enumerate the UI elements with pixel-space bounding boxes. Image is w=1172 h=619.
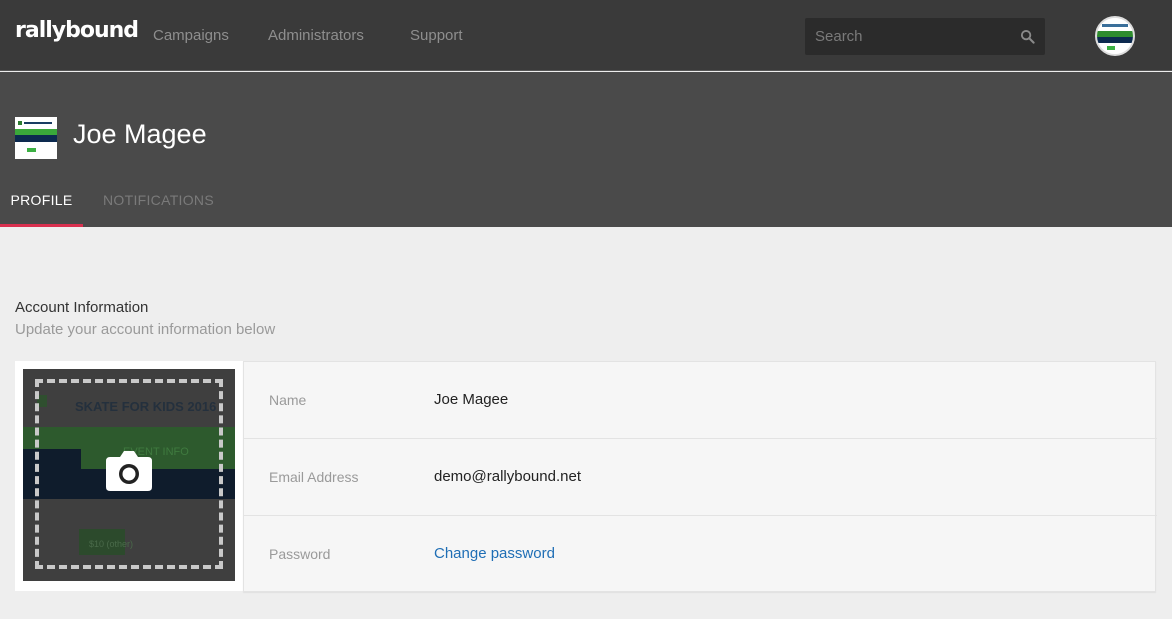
name-value[interactable]: Joe Magee bbox=[434, 391, 508, 408]
page-title: Joe Magee bbox=[73, 119, 207, 149]
name-row: Name Joe Magee bbox=[244, 362, 1157, 439]
account-card: SKATE FOR KIDS 2016 EVENT INFO $10 (othe… bbox=[15, 361, 1157, 593]
nav-link-campaigns[interactable]: Campaigns bbox=[153, 27, 229, 44]
search-icon[interactable] bbox=[1020, 29, 1035, 44]
nav-link-administrators[interactable]: Administrators bbox=[268, 27, 364, 44]
section-title: Account Information bbox=[15, 299, 149, 316]
profile-header: Joe Magee PROFILE NOTIFICATIONS bbox=[0, 72, 1172, 227]
rallybound-logo[interactable]: rallybound bbox=[15, 18, 139, 43]
profile-thumbnail bbox=[15, 117, 57, 159]
change-password-link[interactable]: Change password bbox=[434, 545, 555, 562]
password-label: Password bbox=[269, 546, 331, 562]
name-label: Name bbox=[269, 392, 307, 408]
profile-photo-upload[interactable]: SKATE FOR KIDS 2016 EVENT INFO $10 (othe… bbox=[23, 369, 235, 581]
email-label: Email Address bbox=[269, 469, 359, 485]
account-info-panel: Name Joe Magee Email Address demo@rallyb… bbox=[243, 361, 1157, 593]
avatar-image bbox=[1097, 18, 1133, 54]
section-subtitle: Update your account information below bbox=[15, 321, 276, 338]
camera-icon[interactable] bbox=[106, 451, 152, 491]
tab-profile[interactable]: PROFILE bbox=[0, 192, 83, 227]
nav-link-support[interactable]: Support bbox=[410, 27, 463, 44]
password-row: Password Change password bbox=[244, 516, 1157, 593]
top-navbar: rallybound Campaigns Administrators Supp… bbox=[0, 0, 1172, 71]
search-input[interactable] bbox=[805, 18, 1010, 55]
email-value[interactable]: demo@rallybound.net bbox=[434, 468, 581, 485]
email-row: Email Address demo@rallybound.net bbox=[244, 439, 1157, 516]
user-avatar[interactable] bbox=[1095, 16, 1135, 56]
search-box bbox=[805, 18, 1045, 55]
profile-photo-frame: SKATE FOR KIDS 2016 EVENT INFO $10 (othe… bbox=[15, 361, 243, 591]
tab-notifications[interactable]: NOTIFICATIONS bbox=[103, 192, 214, 208]
